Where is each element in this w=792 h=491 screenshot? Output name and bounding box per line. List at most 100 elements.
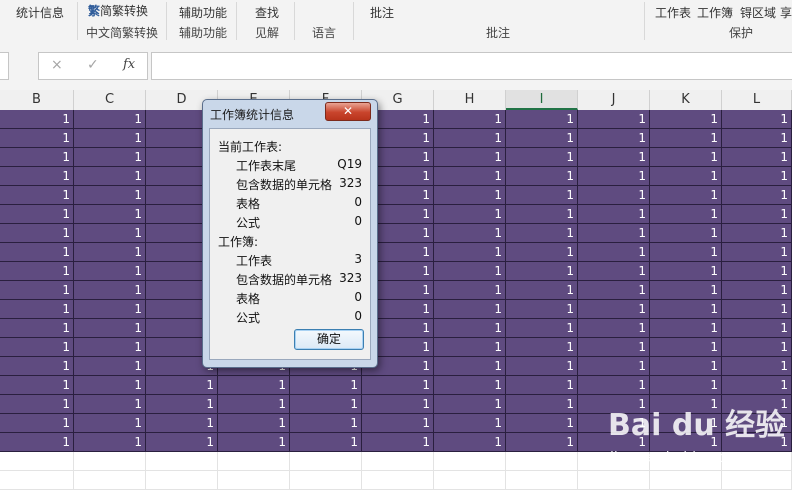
name-box[interactable] bbox=[0, 52, 9, 80]
cell[interactable]: 1 bbox=[0, 433, 74, 452]
cell[interactable]: 1 bbox=[290, 395, 362, 414]
cell[interactable]: 1 bbox=[74, 167, 146, 186]
cell[interactable]: 1 bbox=[650, 205, 722, 224]
cell[interactable]: 1 bbox=[0, 300, 74, 319]
cell[interactable]: 1 bbox=[362, 414, 434, 433]
cell[interactable]: 1 bbox=[578, 376, 650, 395]
cell[interactable]: 1 bbox=[0, 148, 74, 167]
cell[interactable]: 1 bbox=[506, 357, 578, 376]
cell[interactable]: 1 bbox=[722, 338, 792, 357]
cancel-icon[interactable]: × bbox=[51, 57, 63, 73]
cell[interactable]: 1 bbox=[0, 376, 74, 395]
cell[interactable]: 1 bbox=[0, 243, 74, 262]
cell[interactable]: 1 bbox=[506, 414, 578, 433]
cell[interactable] bbox=[218, 471, 290, 490]
cell[interactable] bbox=[722, 471, 792, 490]
cell[interactable] bbox=[506, 452, 578, 471]
cell[interactable]: 1 bbox=[650, 129, 722, 148]
cell[interactable]: 1 bbox=[722, 205, 792, 224]
cell[interactable]: 1 bbox=[578, 167, 650, 186]
column-header-k[interactable]: K bbox=[650, 90, 722, 110]
cell[interactable]: 1 bbox=[74, 262, 146, 281]
cell[interactable]: 1 bbox=[506, 224, 578, 243]
cell[interactable]: 1 bbox=[506, 433, 578, 452]
cell[interactable]: 1 bbox=[0, 167, 74, 186]
cell[interactable]: 1 bbox=[146, 395, 218, 414]
cell[interactable]: 1 bbox=[74, 243, 146, 262]
cell[interactable]: 1 bbox=[74, 110, 146, 129]
cell[interactable]: 1 bbox=[218, 376, 290, 395]
cell[interactable]: 1 bbox=[434, 205, 506, 224]
cell[interactable]: 1 bbox=[74, 357, 146, 376]
insert-function-icon[interactable]: fx bbox=[123, 57, 135, 72]
cell[interactable]: 1 bbox=[506, 338, 578, 357]
cell[interactable]: 1 bbox=[722, 148, 792, 167]
cell[interactable]: 1 bbox=[578, 148, 650, 167]
cell[interactable]: 1 bbox=[650, 376, 722, 395]
cell[interactable]: 1 bbox=[0, 414, 74, 433]
cell[interactable]: 1 bbox=[578, 205, 650, 224]
cell[interactable]: 1 bbox=[434, 129, 506, 148]
ribbon-allow-edit-ranges-button[interactable]: 锝区域 bbox=[740, 4, 776, 21]
cell[interactable]: 1 bbox=[506, 262, 578, 281]
cell[interactable]: 1 bbox=[722, 376, 792, 395]
cell[interactable]: 1 bbox=[722, 167, 792, 186]
ribbon-simplify-traditional-button[interactable]: 繁简繁转换 bbox=[88, 2, 148, 19]
cell[interactable]: 1 bbox=[506, 281, 578, 300]
cell[interactable]: 1 bbox=[0, 262, 74, 281]
cell[interactable]: 1 bbox=[434, 110, 506, 129]
cell[interactable]: 1 bbox=[722, 129, 792, 148]
cell[interactable]: 1 bbox=[74, 129, 146, 148]
column-header-j[interactable]: J bbox=[578, 90, 650, 110]
cell[interactable]: 1 bbox=[0, 319, 74, 338]
close-button[interactable]: ✕ bbox=[325, 102, 371, 121]
cell[interactable]: 1 bbox=[578, 357, 650, 376]
cell[interactable]: 1 bbox=[218, 414, 290, 433]
ribbon-comment-button[interactable]: 批注 bbox=[370, 4, 394, 21]
cell[interactable]: 1 bbox=[434, 433, 506, 452]
cell[interactable]: 1 bbox=[434, 262, 506, 281]
ribbon-stats-button[interactable]: 统计信息 bbox=[16, 4, 64, 21]
cell[interactable]: 1 bbox=[506, 300, 578, 319]
column-header-i[interactable]: I bbox=[506, 90, 578, 110]
cell[interactable]: 1 bbox=[578, 224, 650, 243]
cell[interactable]: 1 bbox=[0, 129, 74, 148]
cell[interactable]: 1 bbox=[650, 110, 722, 129]
cell[interactable]: 1 bbox=[722, 319, 792, 338]
cell[interactable]: 1 bbox=[362, 376, 434, 395]
ribbon-accessibility-button[interactable]: 辅助功能 bbox=[179, 4, 227, 21]
cell[interactable] bbox=[290, 471, 362, 490]
cell[interactable]: 1 bbox=[434, 186, 506, 205]
cell[interactable]: 1 bbox=[578, 338, 650, 357]
cell[interactable]: 1 bbox=[650, 281, 722, 300]
cell[interactable]: 1 bbox=[74, 300, 146, 319]
cell[interactable]: 1 bbox=[146, 414, 218, 433]
cell[interactable] bbox=[218, 452, 290, 471]
cell[interactable]: 1 bbox=[650, 319, 722, 338]
cell[interactable]: 1 bbox=[434, 300, 506, 319]
cell[interactable]: 1 bbox=[434, 319, 506, 338]
cell[interactable]: 1 bbox=[578, 300, 650, 319]
cell[interactable]: 1 bbox=[722, 357, 792, 376]
cell[interactable]: 1 bbox=[722, 243, 792, 262]
cell[interactable]: 1 bbox=[434, 167, 506, 186]
ribbon-find-button[interactable]: 查找 bbox=[255, 4, 279, 21]
cell[interactable] bbox=[578, 471, 650, 490]
cell[interactable]: 1 bbox=[74, 148, 146, 167]
cell[interactable]: 1 bbox=[0, 110, 74, 129]
column-header-c[interactable]: C bbox=[74, 90, 146, 110]
cell[interactable]: 1 bbox=[578, 186, 650, 205]
cell[interactable]: 1 bbox=[74, 205, 146, 224]
cell[interactable] bbox=[146, 471, 218, 490]
cell[interactable]: 1 bbox=[434, 281, 506, 300]
cell[interactable]: 1 bbox=[290, 376, 362, 395]
cell[interactable] bbox=[74, 471, 146, 490]
cell[interactable]: 1 bbox=[506, 395, 578, 414]
column-header-b[interactable]: B bbox=[0, 90, 74, 110]
cell[interactable]: 1 bbox=[506, 186, 578, 205]
cell[interactable]: 1 bbox=[0, 338, 74, 357]
cell[interactable]: 1 bbox=[506, 376, 578, 395]
cell[interactable]: 1 bbox=[434, 224, 506, 243]
cell[interactable]: 1 bbox=[722, 262, 792, 281]
cell[interactable] bbox=[506, 471, 578, 490]
